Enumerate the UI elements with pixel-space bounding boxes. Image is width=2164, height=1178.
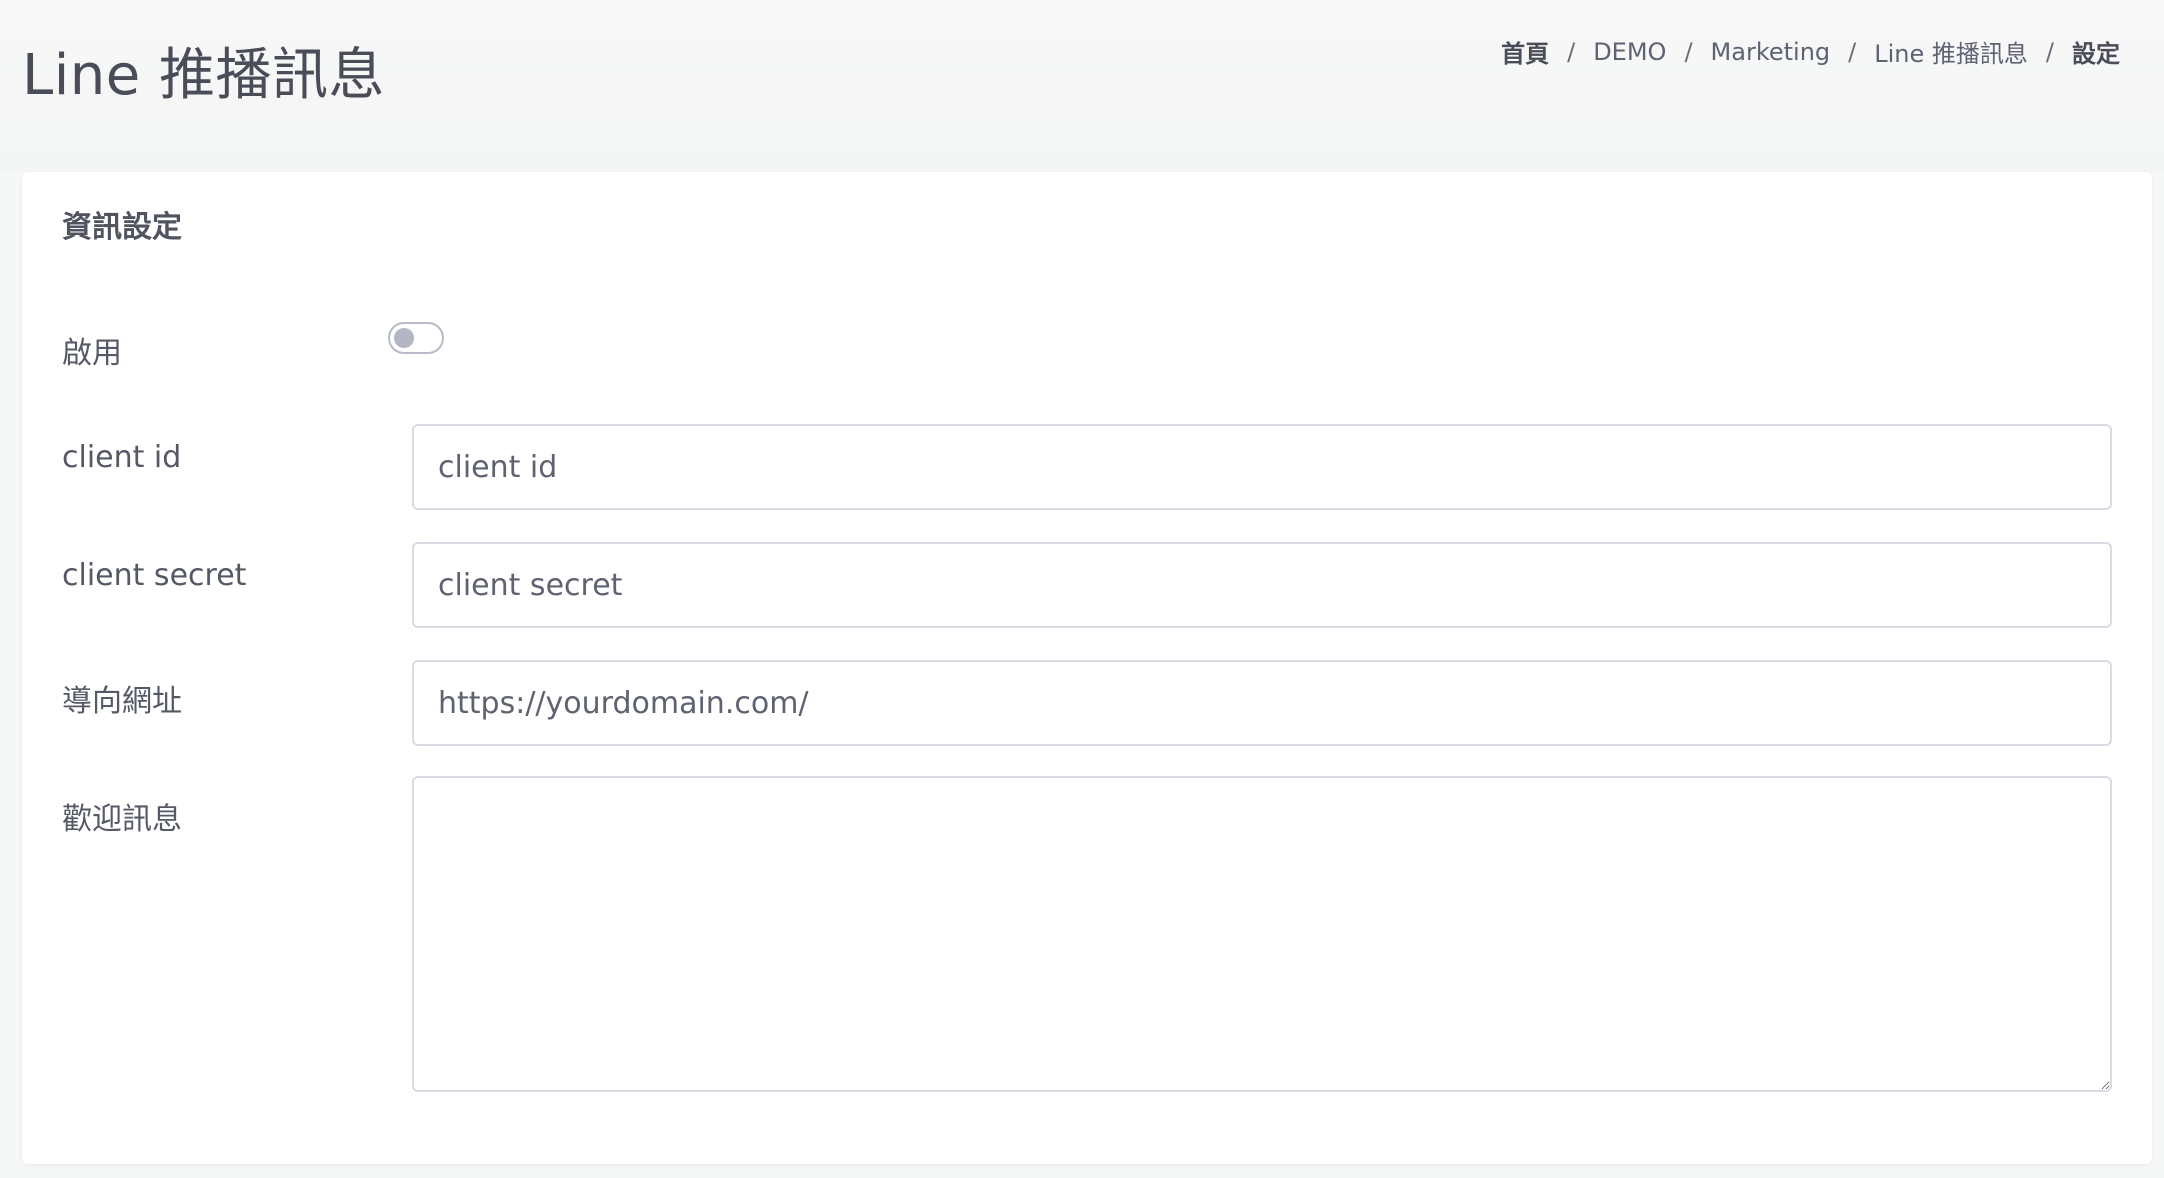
breadcrumb-marketing-link[interactable]: Marketing (1711, 38, 1831, 66)
breadcrumb-current-settings: 設定 (2072, 40, 2120, 68)
settings-card: 資訊設定 啟用 client id client secret 導向網址 歡迎訊… (22, 172, 2152, 1164)
card-title: 資訊設定 (62, 210, 182, 245)
page-header: Line 推播訊息 首頁 / DEMO / Marketing / Line 推… (0, 0, 2164, 172)
breadcrumb-separator: / (1567, 37, 1576, 66)
redirect-url-label: 導向網址 (62, 684, 182, 719)
enable-toggle[interactable] (388, 322, 444, 354)
breadcrumb-separator: / (2045, 37, 2054, 66)
client-id-label: client id (62, 440, 182, 475)
breadcrumb-separator: / (1684, 37, 1693, 66)
breadcrumb-demo-link[interactable]: DEMO (1593, 38, 1666, 66)
toggle-knob (394, 328, 414, 348)
client-secret-label: client secret (62, 558, 247, 593)
welcome-message-textarea[interactable] (412, 776, 2112, 1092)
breadcrumb-line-push-link[interactable]: Line 推播訊息 (1874, 34, 2028, 69)
breadcrumb-home-link[interactable]: 首頁 (1501, 34, 1549, 69)
breadcrumb: 首頁 / DEMO / Marketing / Line 推播訊息 / 設定 (1501, 34, 2120, 69)
breadcrumb-separator: / (1848, 37, 1857, 66)
page-title: Line 推播訊息 (22, 43, 386, 108)
client-id-input[interactable] (412, 424, 2112, 510)
client-secret-input[interactable] (412, 542, 2112, 628)
welcome-message-label: 歡迎訊息 (62, 802, 182, 837)
enable-label: 啟用 (62, 336, 122, 371)
redirect-url-input[interactable] (412, 660, 2112, 746)
